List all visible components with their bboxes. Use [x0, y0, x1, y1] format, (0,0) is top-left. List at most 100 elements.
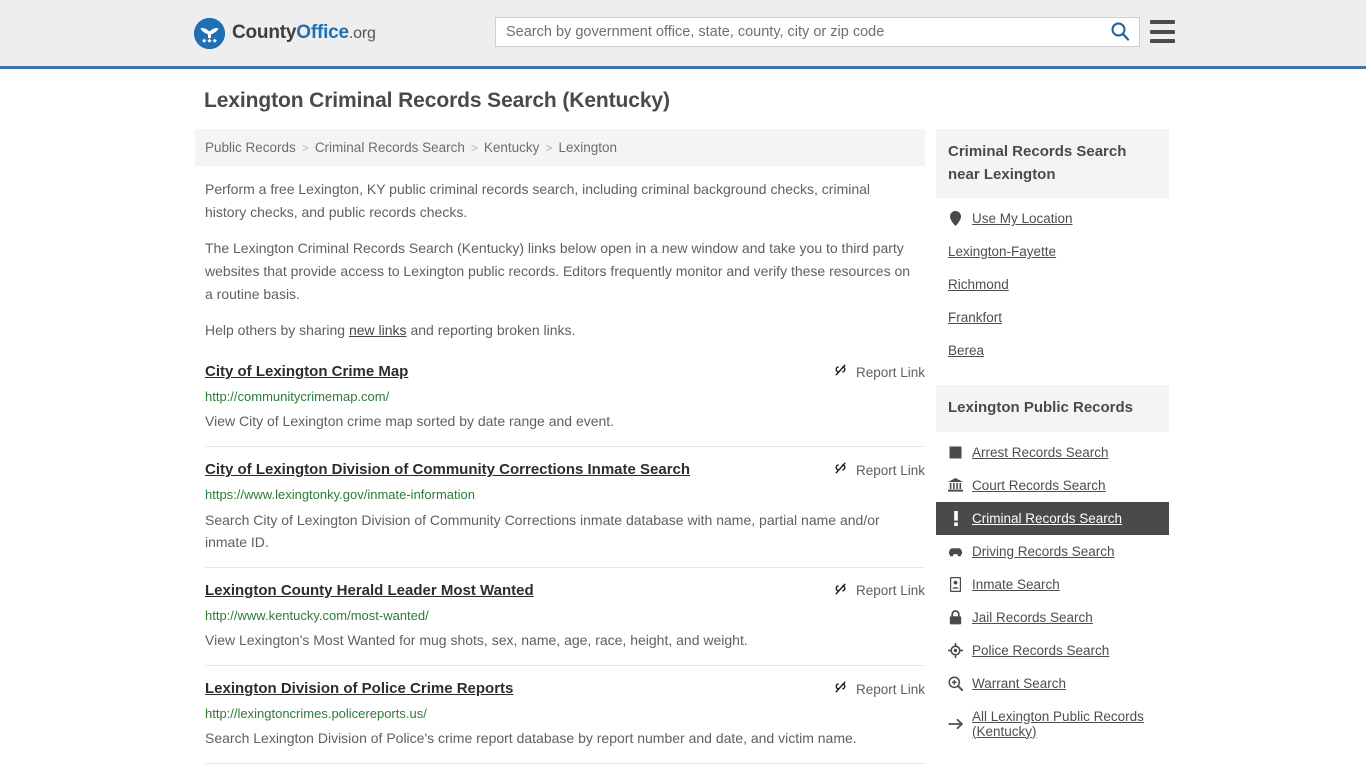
report-link-button[interactable]: Report Link [833, 362, 925, 381]
result-title-link[interactable]: City of Lexington Crime Map [205, 362, 408, 382]
sidebar-item-criminal-records-search[interactable]: Criminal Records Search [936, 501, 1169, 535]
sidebar-public-records-heading: Lexington Public Records [936, 385, 1169, 432]
intro-paragraph-2: The Lexington Criminal Records Search (K… [205, 240, 911, 302]
result-item: City of Lexington Crime Map Report Link [205, 356, 925, 446]
sidebar-item-label: Inmate Search [972, 576, 1060, 592]
sidebar-item-jail-records-search[interactable]: Jail Records Search [936, 601, 1169, 634]
sidebar-item-use-my-location[interactable]: Use My Location [936, 202, 1169, 235]
result-description: View City of Lexington crime map sorted … [205, 413, 615, 430]
result-item: Lexington Division of Police Crime Repor… [205, 665, 925, 763]
result-description: Search Lexington Division of Police's cr… [205, 730, 857, 747]
site-logo[interactable]: CountyOffice.org [194, 17, 376, 49]
breadcrumb-item-criminal-records-search[interactable]: Criminal Records Search [315, 140, 465, 155]
sidebar-nearby-box: Criminal Records Search near Lexington U… [936, 129, 1169, 367]
result-url: http://lexingtoncrimes.policereports.us/ [205, 706, 427, 722]
result-header: City of Lexington Crime Map Report Link [205, 362, 925, 382]
sidebar-item-label: Arrest Records Search [972, 444, 1109, 460]
hamburger-bar [1150, 39, 1175, 43]
intro-paragraph-1: Perform a free Lexington, KY public crim… [205, 181, 871, 220]
search-icon [1110, 21, 1130, 44]
sidebar-item-warrant-search[interactable]: Warrant Search [936, 667, 1169, 700]
report-link-button[interactable]: Report Link [833, 460, 925, 479]
sidebar-item-label: All Lexington Public Records (Kentucky) [972, 708, 1144, 739]
breadcrumb-item-public-records[interactable]: Public Records [205, 140, 296, 155]
intro-p3-after: and reporting broken links. [406, 322, 576, 339]
page-title: Lexington Criminal Records Search (Kentu… [204, 89, 670, 112]
result-description: View Lexington's Most Wanted for mug sho… [205, 632, 748, 649]
breadcrumb: Public Records > Criminal Records Search… [195, 129, 925, 166]
sidebar-nearby-list: Use My Location Lexington-Fayette Richmo… [936, 198, 1169, 367]
police-badge-icon [948, 642, 963, 658]
site-logo-text: CountyOffice.org [232, 22, 376, 44]
sidebar-item-label: Criminal Records Search [972, 510, 1123, 526]
arrow-right-icon [948, 716, 963, 731]
sidebar-public-records-list: Arrest Records Search Court Records Sear… [936, 432, 1169, 748]
result-description: Search City of Lexington Division of Com… [205, 511, 880, 551]
car-icon [948, 544, 963, 559]
sidebar-item-court-records-search[interactable]: Court Records Search [936, 469, 1169, 502]
sidebar-item-all-lexington-public-records[interactable]: All Lexington Public Records (Kentucky) [936, 700, 1169, 748]
sidebar-item-label: Use My Location [972, 211, 1073, 226]
result-item: City of Lexington Division of Community … [205, 446, 925, 567]
sidebar-item-police-records-search[interactable]: Police Records Search [936, 634, 1169, 667]
map-pin-icon [948, 211, 963, 226]
report-link-button[interactable]: Report Link [833, 679, 925, 698]
result-title-link[interactable]: Lexington Division of Police Crime Repor… [205, 679, 513, 699]
sidebar-item-richmond[interactable]: Richmond [936, 268, 1169, 301]
main-column: Public Records > Criminal Records Search… [195, 129, 925, 768]
result-item: Lexington County Herald Leader Most Want… [205, 566, 925, 665]
intro-p3-before: Help others by sharing [205, 322, 349, 339]
sidebar-item-frankfort[interactable]: Frankfort [936, 301, 1169, 334]
fingerprint-card-icon [948, 445, 963, 460]
result-title-link[interactable]: City of Lexington Division of Community … [205, 460, 690, 480]
result-url: http://www.kentucky.com/most-wanted/ [205, 608, 429, 624]
search-button[interactable] [1101, 18, 1139, 46]
breadcrumb-item-lexington[interactable]: Lexington [558, 140, 617, 155]
sidebar-public-records-box: Lexington Public Records Arrest Records … [936, 385, 1169, 748]
breadcrumb-item-kentucky[interactable]: Kentucky [484, 140, 540, 155]
id-badge-icon [948, 576, 963, 592]
intro-section: Perform a free Lexington, KY public crim… [195, 166, 925, 342]
broken-link-icon [833, 363, 848, 381]
breadcrumb-separator: > [545, 140, 553, 155]
sidebar-item-label: Police Records Search [972, 642, 1110, 658]
sidebar-item-label: Driving Records Search [972, 543, 1115, 559]
hamburger-bar [1150, 20, 1175, 24]
sidebar-item-label: Richmond [948, 277, 1009, 292]
report-link-label: Report Link [855, 364, 925, 380]
result-header: City of Lexington Division of Community … [205, 460, 925, 480]
result-item: Lexington Division of Police Crime Repor… [205, 763, 925, 768]
exclamation-icon [948, 510, 963, 526]
report-link-label: Report Link [855, 583, 925, 599]
sidebar-item-label: Warrant Search [972, 675, 1067, 691]
intro-paragraph-3: Help others by sharing new links and rep… [205, 319, 911, 342]
report-link-label: Report Link [855, 681, 925, 697]
new-links-link[interactable]: new links [349, 322, 407, 338]
courthouse-icon [948, 478, 963, 493]
results-list: City of Lexington Crime Map Report Link [195, 356, 925, 768]
hamburger-bar [1150, 29, 1175, 34]
broken-link-icon [833, 582, 848, 600]
sidebar-item-lexington-fayette[interactable]: Lexington-Fayette [936, 235, 1169, 268]
sidebar-item-inmate-search[interactable]: Inmate Search [936, 568, 1169, 601]
result-header: Lexington Division of Police Crime Repor… [205, 679, 925, 699]
result-url: https://www.lexingtonky.gov/inmate-infor… [205, 487, 475, 503]
content-row: Public Records > Criminal Records Search… [0, 113, 1366, 768]
sidebar-item-driving-records-search[interactable]: Driving Records Search [936, 535, 1169, 568]
report-link-button[interactable]: Report Link [833, 581, 925, 600]
sidebar-item-arrest-records-search[interactable]: Arrest Records Search [936, 436, 1169, 469]
page-body: Lexington Criminal Records Search (Kentu… [0, 69, 1366, 768]
sidebar-nearby-heading: Criminal Records Search near Lexington [936, 129, 1169, 198]
sidebar-item-label: Jail Records Search [972, 609, 1093, 625]
sidebar-item-label: Court Records Search [972, 477, 1106, 493]
logo-text-office: Office [296, 22, 349, 43]
logo-text-tld: .org [348, 25, 376, 42]
global-search-bar[interactable] [495, 17, 1140, 47]
hamburger-menu-icon[interactable] [1150, 20, 1175, 43]
sidebar-item-berea[interactable]: Berea [936, 334, 1169, 367]
eagle-seal-logo-icon [194, 17, 225, 49]
sidebar: Criminal Records Search near Lexington U… [936, 129, 1169, 768]
breadcrumb-separator: > [470, 140, 478, 155]
result-title-link[interactable]: Lexington County Herald Leader Most Want… [205, 581, 534, 601]
search-input[interactable] [496, 18, 1101, 46]
